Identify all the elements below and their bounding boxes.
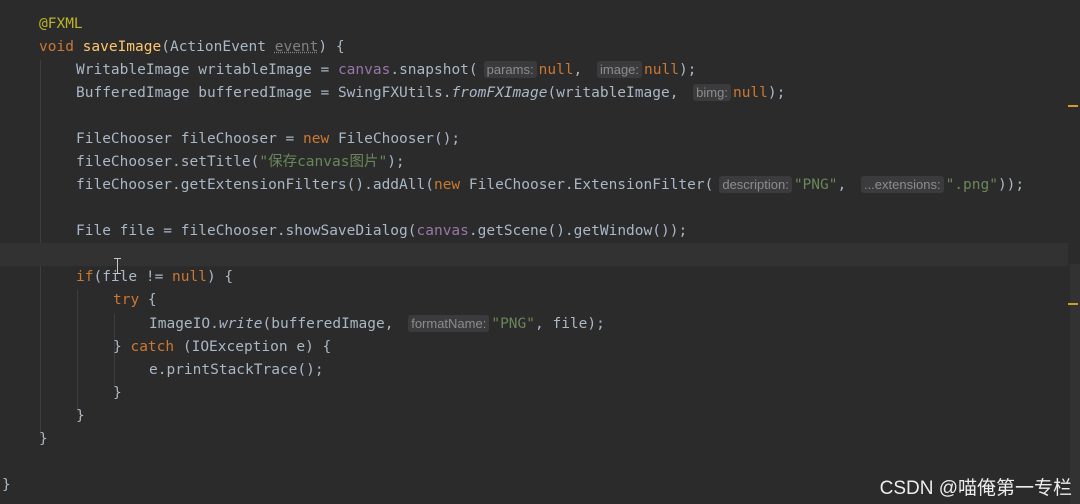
code-line-7[interactable]: fileChooser.setTitle("保存canvas图片"); bbox=[0, 151, 1080, 174]
field-token: canvas bbox=[416, 223, 469, 239]
try-keyword: try bbox=[113, 292, 140, 308]
code-line-18[interactable]: } bbox=[0, 405, 1080, 428]
code-line-1[interactable]: @FXML bbox=[0, 13, 1080, 36]
code-line-10[interactable]: File file = fileChooser.showSaveDialog(c… bbox=[0, 220, 1080, 243]
warning-marker-icon[interactable] bbox=[1068, 303, 1078, 305]
code-line-19[interactable]: } bbox=[0, 428, 1080, 451]
method-call-token: getWindow bbox=[573, 223, 653, 239]
watermark-text: CSDN @喵俺第一专栏 bbox=[879, 478, 1072, 499]
class-closing-brace: } bbox=[2, 477, 11, 493]
arg-token: bufferedImage bbox=[271, 316, 385, 332]
type-token: File bbox=[76, 223, 111, 239]
param-hint: bimg: bbox=[693, 84, 731, 101]
string-literal: "PNG" bbox=[793, 177, 838, 193]
method-call-token: setTitle bbox=[180, 154, 251, 170]
code-line-2[interactable]: void saveImage(ActionEvent event) { bbox=[0, 36, 1080, 59]
type-token: IOException bbox=[191, 339, 288, 355]
if-keyword: if bbox=[76, 269, 94, 285]
string-literal: ".png" bbox=[945, 177, 998, 193]
code-line-4[interactable]: BufferedImage bufferedImage = SwingFXUti… bbox=[0, 82, 1080, 105]
code-line-13[interactable]: try { bbox=[0, 289, 1080, 312]
param-hint: image: bbox=[597, 61, 643, 78]
text-cursor-icon bbox=[114, 258, 122, 274]
code-line-8[interactable]: fileChooser.getExtensionFilters().addAll… bbox=[0, 174, 1080, 197]
variable-token: fileChooser bbox=[180, 131, 277, 147]
variable-token: writableImage bbox=[198, 62, 312, 78]
method-call-token: getScene bbox=[477, 223, 548, 239]
method-call-token: showSaveDialog bbox=[285, 223, 408, 239]
type-token: WritableImage bbox=[76, 62, 190, 78]
param-type: ActionEvent bbox=[169, 39, 266, 55]
string-literal: "保存canvas图片" bbox=[259, 154, 388, 170]
variable-token: e bbox=[149, 362, 158, 378]
variable-token: fileChooser bbox=[76, 154, 173, 170]
null-keyword: null bbox=[172, 269, 207, 285]
new-keyword: new bbox=[303, 131, 330, 147]
code-line-11[interactable] bbox=[0, 243, 1068, 266]
field-token: canvas bbox=[337, 62, 391, 78]
code-editor[interactable]: @FXML void saveImage(ActionEvent event) … bbox=[0, 0, 1080, 504]
static-method-token: write bbox=[218, 316, 263, 332]
method-call-token: snapshot bbox=[399, 62, 469, 78]
param-hint: formatName: bbox=[408, 315, 490, 332]
warning-marker-icon[interactable] bbox=[1068, 105, 1078, 107]
constructor-token: FileChooser.ExtensionFilter bbox=[468, 177, 705, 193]
code-line-12[interactable]: if(file != null) { bbox=[0, 266, 1080, 289]
variable-token: fileChooser bbox=[76, 177, 173, 193]
arg-token: file bbox=[552, 316, 588, 332]
void-keyword: void bbox=[39, 39, 74, 55]
arg-token: writableImage bbox=[556, 85, 670, 101]
method-call-token: getExtensionFilters bbox=[180, 177, 347, 193]
code-line-17[interactable]: } bbox=[0, 382, 1080, 405]
variable-token: fileChooser bbox=[180, 223, 277, 239]
param-name: event bbox=[274, 39, 319, 55]
new-keyword: new bbox=[433, 177, 461, 193]
method-name: saveImage bbox=[82, 39, 162, 55]
string-literal: "PNG" bbox=[491, 316, 535, 332]
class-token: SwingFXUtils bbox=[337, 85, 443, 101]
constructor-token: FileChooser bbox=[337, 131, 434, 147]
code-line-6[interactable]: FileChooser fileChooser = new FileChoose… bbox=[0, 128, 1080, 151]
code-line-3[interactable]: WritableImage writableImage = canvas.sna… bbox=[0, 59, 1080, 82]
code-line-14[interactable]: ImageIO.write(bufferedImage, formatName:… bbox=[0, 313, 1080, 336]
class-token: ImageIO bbox=[149, 316, 211, 332]
variable-token: file bbox=[119, 223, 155, 239]
code-line-16[interactable]: e.printStackTrace(); bbox=[0, 359, 1080, 382]
param-hint: ...extensions: bbox=[860, 176, 944, 193]
type-token: FileChooser bbox=[76, 131, 173, 147]
param-hint: params: bbox=[483, 61, 537, 78]
vertical-scrollbar[interactable] bbox=[1070, 264, 1080, 504]
static-method-token: fromFXImage bbox=[451, 85, 548, 101]
null-keyword: null bbox=[644, 62, 679, 78]
param-hint: description: bbox=[719, 176, 792, 193]
catch-keyword: catch bbox=[130, 339, 175, 355]
variable-token: e bbox=[296, 339, 306, 355]
type-token: BufferedImage bbox=[76, 85, 190, 101]
code-line-15[interactable]: } catch (IOException e) { bbox=[0, 336, 1080, 359]
method-call-token: printStackTrace bbox=[166, 362, 298, 378]
variable-token: bufferedImage bbox=[198, 85, 312, 101]
null-keyword: null bbox=[732, 85, 768, 101]
method-call-token: addAll bbox=[372, 177, 426, 193]
annotation-token: @FXML bbox=[39, 16, 83, 32]
null-keyword: null bbox=[538, 62, 574, 78]
